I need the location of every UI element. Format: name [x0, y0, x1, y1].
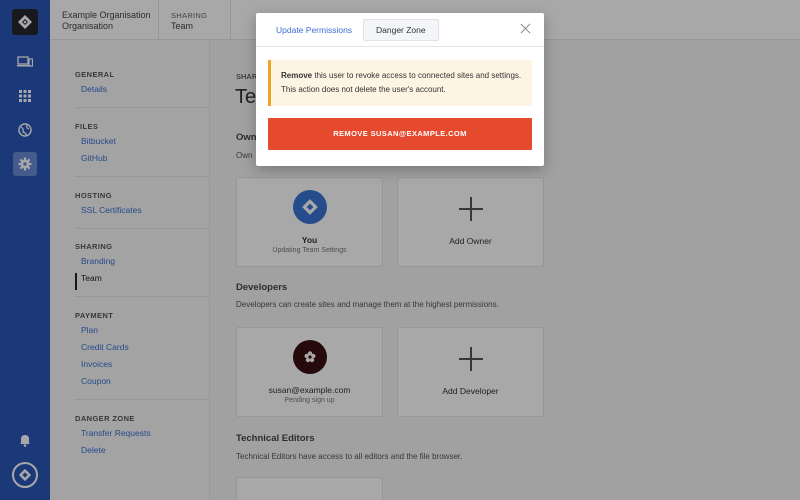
user-permissions-modal: Update Permissions Danger Zone Remove th…	[256, 13, 544, 166]
warning-text: this user to revoke access to connected …	[281, 71, 522, 94]
close-icon[interactable]	[520, 23, 532, 35]
warning-bold-text: Remove	[281, 71, 313, 80]
tab-danger-zone[interactable]: Danger Zone	[363, 19, 439, 41]
tab-update-permissions[interactable]: Update Permissions	[264, 19, 364, 41]
modal-tab-bar: Update Permissions Danger Zone	[256, 13, 544, 47]
warning-notice: Remove this user to revoke access to con…	[268, 60, 532, 106]
remove-user-button[interactable]: REMOVE SUSAN@EXAMPLE.COM	[268, 118, 532, 150]
